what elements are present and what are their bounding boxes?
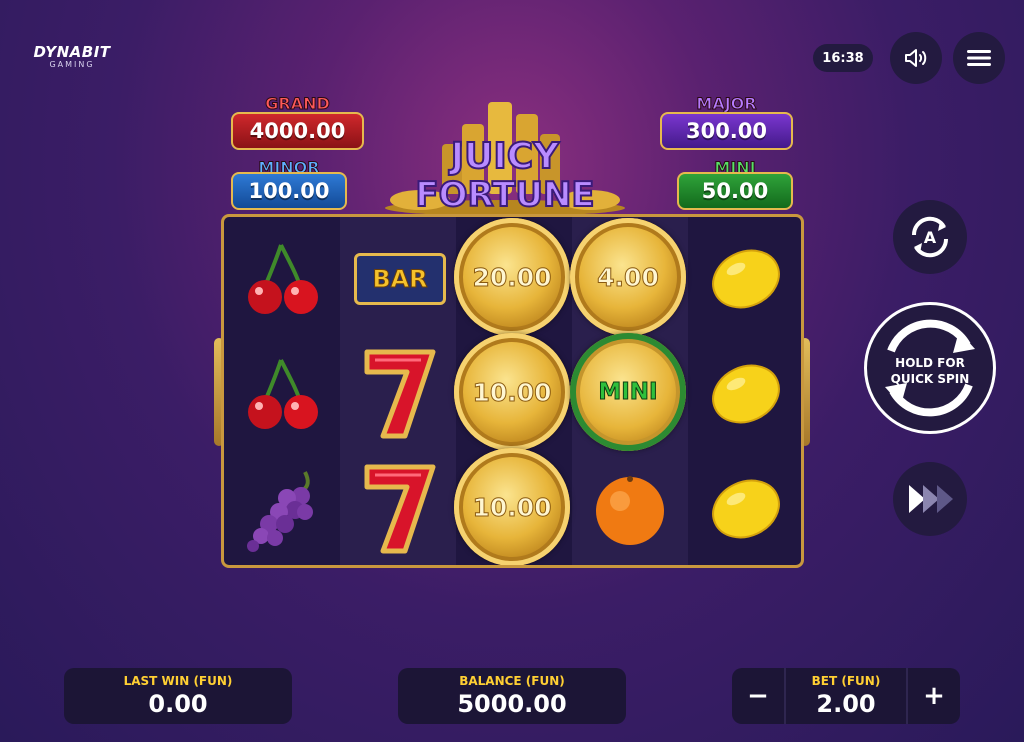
coin-value: 4.00 bbox=[570, 218, 686, 336]
seven-icon bbox=[364, 464, 436, 554]
logo-line-2: FORTUNE bbox=[415, 175, 594, 214]
spin-button[interactable]: HOLD FOR QUICK SPIN bbox=[864, 302, 996, 434]
symbol-bar: BAR bbox=[342, 221, 458, 337]
bet-increase-button[interactable]: + bbox=[906, 668, 960, 724]
coin-value: 10.00 bbox=[454, 448, 570, 565]
symbol-grapes bbox=[226, 451, 342, 565]
spin-label-line-2: QUICK SPIN bbox=[890, 372, 970, 386]
jackpot-major-label: MAJOR bbox=[696, 94, 757, 114]
balance-label: BALANCE (FUN) bbox=[459, 674, 565, 688]
cherry-icon bbox=[248, 244, 318, 314]
jackpot-major: MAJOR 300.00 bbox=[660, 92, 793, 152]
jackpot-mini: MINI 50.00 bbox=[677, 156, 793, 210]
spin-label: HOLD FOR QUICK SPIN bbox=[867, 355, 993, 387]
balance-panel: BALANCE (FUN) 5000.00 bbox=[398, 668, 626, 724]
brand-subtitle: GAMING bbox=[49, 60, 95, 69]
symbol-lemon bbox=[688, 336, 801, 452]
jackpot-major-value: 300.00 bbox=[660, 112, 793, 150]
lemon-icon bbox=[712, 249, 780, 309]
hamburger-icon bbox=[967, 50, 991, 66]
coin-mini-label: MINI bbox=[570, 333, 686, 451]
coin-symbol: 4.00 bbox=[570, 218, 686, 336]
menu-button[interactable] bbox=[953, 32, 1005, 84]
symbol-seven bbox=[342, 336, 458, 452]
svg-text:A: A bbox=[924, 228, 937, 247]
symbol-lemon bbox=[688, 451, 801, 565]
bar-symbol: BAR bbox=[354, 253, 446, 305]
spin-label-line-1: HOLD FOR bbox=[895, 356, 965, 370]
bet-decrease-button[interactable]: − bbox=[732, 668, 786, 724]
turbo-button[interactable] bbox=[893, 462, 967, 536]
jackpot-minor: MINOR 100.00 bbox=[231, 156, 347, 210]
symbol-lemon bbox=[688, 221, 801, 337]
coin-value: 20.00 bbox=[454, 218, 570, 336]
last-win-value: 0.00 bbox=[148, 690, 208, 718]
symbol-orange bbox=[572, 451, 688, 565]
orange-icon bbox=[596, 476, 664, 545]
autoplay-icon: A bbox=[911, 216, 949, 258]
sound-button[interactable] bbox=[890, 32, 942, 84]
jackpot-grand-value: 4000.00 bbox=[231, 112, 364, 150]
coin-symbol: 10.00 bbox=[454, 448, 570, 565]
balance-value: 5000.00 bbox=[457, 690, 567, 718]
coin-symbol: 20.00 bbox=[454, 218, 570, 336]
symbol-cherry bbox=[226, 336, 342, 452]
clock: 16:38 bbox=[813, 44, 873, 72]
jackpot-minor-value: 100.00 bbox=[231, 172, 347, 210]
reel-grid: BAR 20.00 10.00 10.00 4.00 MINI bbox=[221, 214, 804, 568]
symbol-seven bbox=[342, 451, 458, 565]
fast-forward-icon bbox=[909, 485, 953, 513]
cherry-icon bbox=[248, 359, 318, 429]
lemon-icon bbox=[712, 364, 780, 424]
brand-name: DYNABIT bbox=[33, 43, 111, 61]
coin-value: 10.00 bbox=[454, 333, 570, 451]
game-logo: JUICY FORTUNE bbox=[385, 102, 625, 214]
speaker-icon bbox=[905, 49, 927, 67]
seven-icon bbox=[364, 349, 436, 439]
jackpot-mini-value: 50.00 bbox=[677, 172, 793, 210]
last-win-label: LAST WIN (FUN) bbox=[123, 674, 233, 688]
lemon-icon bbox=[712, 479, 780, 539]
coin-symbol: 10.00 bbox=[454, 333, 570, 451]
brand-logo: DYNABIT GAMING bbox=[32, 44, 112, 69]
last-win-panel: LAST WIN (FUN) 0.00 bbox=[64, 668, 292, 724]
grapes-icon bbox=[247, 471, 313, 552]
coin-symbol-mini: MINI bbox=[570, 333, 686, 451]
autoplay-button[interactable]: A bbox=[893, 200, 967, 274]
bet-panel: − BET (FUN) 2.00 + bbox=[732, 668, 960, 724]
logo-line-1: JUICY bbox=[448, 136, 560, 177]
jackpot-grand: GRAND 4000.00 bbox=[231, 92, 364, 152]
symbol-cherry bbox=[226, 221, 342, 337]
jackpot-grand-label: GRAND bbox=[265, 94, 331, 114]
